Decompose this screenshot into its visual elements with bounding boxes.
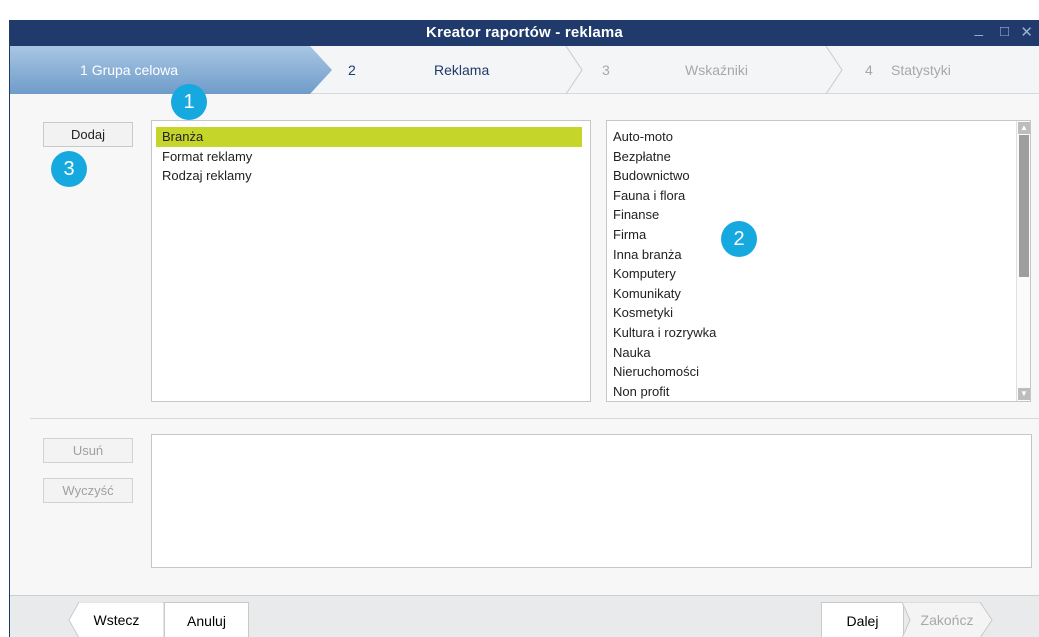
cancel-button[interactable]: Anuluj bbox=[164, 602, 249, 637]
back-button[interactable]: Wstecz bbox=[69, 602, 164, 637]
scroll-up-icon[interactable]: ▲ bbox=[1018, 122, 1030, 134]
clear-button[interactable]: Wyczyść bbox=[43, 478, 133, 503]
add-button[interactable]: Dodaj bbox=[43, 122, 133, 147]
callout-badge-3: 3 bbox=[51, 151, 87, 187]
callout-badge-1: 1 bbox=[171, 84, 207, 120]
list-item[interactable]: Fauna i flora bbox=[607, 186, 1030, 206]
report-wizard-window: Kreator raportów - reklama _ □ ✕ 1 Grupa… bbox=[9, 20, 1039, 637]
list-item[interactable]: Finanse bbox=[607, 205, 1030, 225]
list-item[interactable]: Komunikaty bbox=[607, 284, 1030, 304]
list-item[interactable]: Non profit bbox=[607, 382, 1030, 401]
wizard-steps: 1 Grupa celowa 2 Reklama 3 Wskaźniki 4 S… bbox=[10, 46, 1039, 94]
step-advertising[interactable]: 2 Reklama bbox=[310, 46, 583, 94]
value-list-scrollbar[interactable]: ▲ ▼ bbox=[1016, 121, 1030, 401]
section-divider bbox=[30, 418, 1039, 419]
list-item[interactable]: Kosmetyki bbox=[607, 303, 1030, 323]
scroll-down-icon[interactable]: ▼ bbox=[1018, 388, 1030, 400]
finish-button: Zakończ bbox=[904, 602, 990, 637]
step-number: 2 bbox=[348, 62, 356, 78]
step-label: Statystyki bbox=[891, 62, 951, 78]
step-statistics: 4 Statystyki bbox=[840, 46, 1039, 94]
step-number: 4 bbox=[865, 62, 873, 78]
list-item[interactable]: Komputery bbox=[607, 264, 1030, 284]
list-item[interactable]: Kultura i rozrywka bbox=[607, 323, 1030, 343]
step-number: 3 bbox=[602, 62, 610, 78]
callout-badge-2: 2 bbox=[721, 221, 757, 257]
step-label: Reklama bbox=[434, 62, 490, 78]
list-item[interactable]: Budownictwo bbox=[607, 166, 1030, 186]
list-item[interactable]: Inna branża bbox=[607, 245, 1030, 265]
value-list[interactable]: Auto-moto Bezpłatne Budownictwo Fauna i … bbox=[606, 120, 1031, 402]
list-item-format[interactable]: Format reklamy bbox=[156, 147, 582, 167]
step-label: Grupa celowa bbox=[91, 62, 179, 78]
title-bar: Kreator raportów - reklama _ □ ✕ bbox=[10, 20, 1039, 46]
step-number: 1 bbox=[80, 62, 88, 78]
window-title: Kreator raportów - reklama bbox=[426, 24, 623, 41]
step-indicators: 3 Wskaźniki bbox=[580, 46, 843, 94]
close-icon[interactable]: ✕ bbox=[1020, 23, 1033, 41]
category-list[interactable]: Branża Format reklamy Rodzaj reklamy bbox=[151, 120, 591, 402]
step-label: Wskaźniki bbox=[685, 62, 749, 78]
list-item[interactable]: Firma bbox=[607, 225, 1030, 245]
scroll-thumb[interactable] bbox=[1019, 135, 1029, 277]
wizard-footer: Wstecz Anuluj Dalej Zakończ bbox=[10, 595, 1039, 637]
list-item[interactable]: Nauka bbox=[607, 343, 1030, 363]
selection-list[interactable] bbox=[151, 434, 1032, 568]
list-item-rodzaj[interactable]: Rodzaj reklamy bbox=[156, 166, 582, 186]
list-item[interactable]: Bezpłatne bbox=[607, 147, 1030, 167]
step-target-group[interactable]: 1 Grupa celowa bbox=[10, 46, 335, 94]
list-item[interactable]: Auto-moto bbox=[607, 127, 1030, 147]
maximize-icon[interactable]: □ bbox=[1000, 23, 1009, 40]
minimize-icon[interactable]: _ bbox=[975, 20, 983, 37]
list-item-branza[interactable]: Branża bbox=[156, 127, 582, 147]
remove-button[interactable]: Usuń bbox=[43, 438, 133, 463]
list-item[interactable]: Nieruchomości bbox=[607, 362, 1030, 382]
next-button[interactable]: Dalej bbox=[821, 602, 904, 637]
